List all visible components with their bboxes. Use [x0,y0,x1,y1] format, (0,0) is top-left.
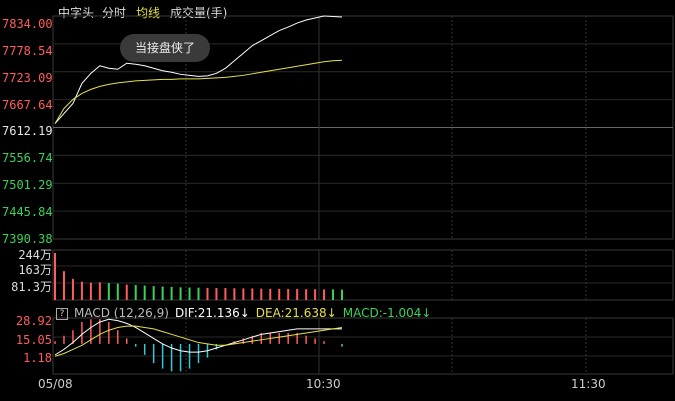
dea-value: DEA:21.638 [255,306,327,320]
volume-bar [242,288,245,300]
price-axis-label: 7612.19 [2,124,53,138]
price-axis-label: 7834.00 [2,17,53,31]
volume-bar [260,288,263,300]
volume-bar [278,288,281,300]
volume-bar [341,289,343,300]
time-axis-label: 05/08 [38,377,73,391]
volume-bar [71,278,74,300]
dif-value: DIF:21.136 [174,306,240,320]
volume-bar [233,288,236,300]
macd-axis-label: 1.18 [23,351,52,365]
volume-bar [98,282,101,300]
volume-axis-label: 244万 [18,248,52,262]
macd-axis-label: 15.05 [15,333,52,347]
volume-bar [125,284,128,300]
dif-down-arrow-icon: ↓ [239,306,250,320]
price-axis-label: 7445.84 [2,205,53,219]
volume-bar [89,282,92,300]
volume-bar [80,281,83,300]
volume-bar [287,289,290,300]
volume-bar [170,286,173,300]
volume-axis-label: 163万 [18,263,52,277]
volume-axis-label: 81.3万 [11,280,52,294]
macd-indicator-bar: ? MACD (12,26,9) DIF:21.136↓ DEA:21.638↓ MAC… [56,305,437,321]
volume-bar [107,283,110,300]
volume-bar [116,283,119,300]
volume-bar [305,289,308,300]
volume-bar [323,289,326,300]
volume-bar [215,288,218,300]
volume-bar [332,289,335,300]
average-price-line [54,59,343,124]
volume-bar [251,288,254,300]
volume-bar [188,287,191,300]
volume-bar [269,288,272,300]
dea-down-arrow-icon: ↓ [326,306,337,320]
volume-bar [314,289,317,300]
volume-bar [179,287,182,300]
macd-down-arrow-icon: ↓ [421,306,432,320]
price-axis-label: 7667.64 [2,98,53,112]
macd-panel-frame [52,317,674,375]
toast-message: 当接盘侠了 [120,34,210,62]
volume-bar [197,287,200,300]
price-axis-label: 7778.54 [2,44,53,58]
price-axis-label: 7390.38 [2,232,53,246]
price-axis-label: 7723.09 [2,71,53,85]
price-axis-label: 7501.29 [2,178,53,192]
volume-bar [54,253,56,300]
volume-bar [224,288,227,300]
time-axis-label: 10:30 [306,377,341,391]
volume-panel-frame [52,249,674,301]
price-axis-label: 7556.74 [2,151,53,165]
time-axis-label: 11:30 [571,377,606,391]
intraday-chart-screen: 中字头 分时 均线 成交量(手) 7834.00 7778.54 7723.09… [0,0,675,401]
volume-bar [152,286,155,300]
volume-bar [161,286,164,300]
macd-name[interactable]: MACD (12,26,9) [74,306,169,320]
volume-bar [296,289,299,300]
volume-bar [62,271,65,300]
volume-bar [134,285,137,300]
macd-value: MACD:-1.004 [342,306,422,320]
volume-bar [143,285,146,300]
volume-bar [206,287,209,300]
price-line [54,15,343,124]
chart-canvas[interactable] [0,0,675,401]
help-icon[interactable]: ? [56,307,68,320]
macd-axis-label: 28.92 [15,314,52,328]
